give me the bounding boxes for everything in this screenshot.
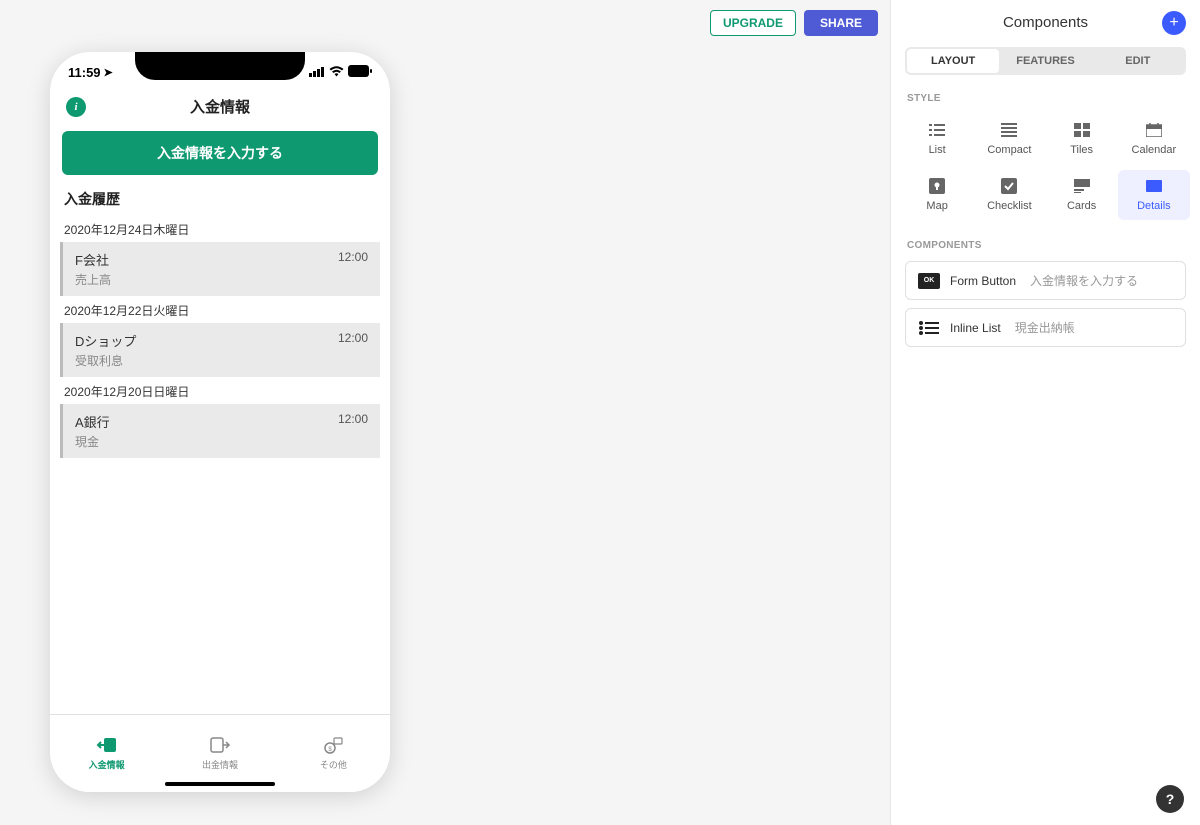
home-indicator xyxy=(165,782,275,786)
battery-icon xyxy=(348,65,372,80)
calendar-icon xyxy=(1145,122,1163,138)
item-title: F会社 xyxy=(75,250,111,269)
withdraw-icon xyxy=(209,736,231,754)
item-time: 12:00 xyxy=(338,250,368,264)
info-icon[interactable]: i xyxy=(66,97,86,117)
style-label: Map xyxy=(926,200,947,212)
location-icon: ➤ xyxy=(104,66,113,79)
date-header: 2020年12月22日火曜日 xyxy=(50,298,390,323)
style-checklist[interactable]: Checklist xyxy=(973,170,1045,220)
item-title: Dショップ xyxy=(75,331,136,350)
money-icon: $ xyxy=(322,736,344,754)
style-grid: List Compact Tiles Calendar Map Checklis… xyxy=(891,114,1200,240)
cards-icon xyxy=(1073,178,1091,194)
tab-edit[interactable]: EDIT xyxy=(1092,49,1184,73)
list-icon xyxy=(928,122,946,138)
add-component-button[interactable]: + xyxy=(1162,11,1186,35)
history-group: 2020年12月22日火曜日 Dショップ 受取利息 12:00 xyxy=(50,298,390,377)
signal-icon xyxy=(309,65,325,80)
item-subtitle: 受取利息 xyxy=(75,352,136,369)
style-label: Calendar xyxy=(1132,144,1177,156)
item-subtitle: 現金 xyxy=(75,433,110,450)
page-title: 入金情報 xyxy=(190,96,250,117)
tab-other[interactable]: $ その他 xyxy=(277,715,390,792)
style-label: List xyxy=(929,144,946,156)
item-time: 12:00 xyxy=(338,331,368,345)
help-button[interactable]: ? xyxy=(1156,785,1184,813)
style-details[interactable]: Details xyxy=(1118,170,1190,220)
tab-deposit[interactable]: 入金情報 xyxy=(50,715,163,792)
tab-withdraw[interactable]: 出金情報 xyxy=(163,715,276,792)
component-type: Inline List xyxy=(950,321,1001,335)
bottom-tab-bar: 入金情報 出金情報 $ その他 xyxy=(50,714,390,792)
tab-features[interactable]: FEATURES xyxy=(999,49,1091,73)
component-name: 現金出納帳 xyxy=(1015,319,1075,336)
history-group: 2020年12月24日木曜日 F会社 売上高 12:00 xyxy=(50,217,390,296)
style-label: Checklist xyxy=(987,200,1032,212)
upgrade-button[interactable]: UPGRADE xyxy=(710,10,796,36)
list-item[interactable]: F会社 売上高 12:00 xyxy=(60,242,380,296)
status-time: 11:59 xyxy=(68,65,101,80)
tab-label: 出金情報 xyxy=(202,758,238,771)
checklist-icon xyxy=(1000,178,1018,194)
component-type: Form Button xyxy=(950,274,1016,288)
style-calendar[interactable]: Calendar xyxy=(1118,114,1190,164)
tab-layout[interactable]: LAYOUT xyxy=(907,49,999,73)
component-inline-list[interactable]: Inline List 現金出納帳 xyxy=(905,308,1186,347)
style-label: Compact xyxy=(987,144,1031,156)
phone-notch xyxy=(135,52,305,80)
style-section-label: STYLE xyxy=(891,93,1200,114)
history-group: 2020年12月20日日曜日 A銀行 現金 12:00 xyxy=(50,379,390,458)
tiles-icon xyxy=(1073,122,1091,138)
tab-label: 入金情報 xyxy=(89,758,125,771)
map-icon xyxy=(928,178,946,194)
date-header: 2020年12月24日木曜日 xyxy=(50,217,390,242)
share-button[interactable]: SHARE xyxy=(804,10,878,36)
style-label: Tiles xyxy=(1070,144,1093,156)
compact-icon xyxy=(1000,122,1018,138)
section-heading: 入金履歴 xyxy=(50,189,390,217)
components-panel: Components + LAYOUT FEATURES EDIT STYLE … xyxy=(890,0,1200,825)
list-item[interactable]: Dショップ 受取利息 12:00 xyxy=(60,323,380,377)
panel-title: Components xyxy=(1003,14,1088,31)
phone-preview: 11:59 ➤ i 入金情報 入金情報を入力する 入金履歴 2020年12月24… xyxy=(50,52,390,792)
ok-badge-icon: OK xyxy=(918,273,940,289)
style-map[interactable]: Map xyxy=(901,170,973,220)
list-icon xyxy=(918,320,940,336)
style-list[interactable]: List xyxy=(901,114,973,164)
item-time: 12:00 xyxy=(338,412,368,426)
wifi-icon xyxy=(329,65,344,80)
style-compact[interactable]: Compact xyxy=(973,114,1045,164)
style-cards[interactable]: Cards xyxy=(1046,170,1118,220)
primary-action-button[interactable]: 入金情報を入力する xyxy=(62,131,378,175)
list-item[interactable]: A銀行 現金 12:00 xyxy=(60,404,380,458)
item-subtitle: 売上高 xyxy=(75,271,111,288)
components-section-label: COMPONENTS xyxy=(891,240,1200,261)
style-label: Details xyxy=(1137,200,1171,212)
deposit-icon xyxy=(96,736,118,754)
tab-label: その他 xyxy=(320,758,347,771)
component-form-button[interactable]: OK Form Button 入金情報を入力する xyxy=(905,261,1186,300)
style-tiles[interactable]: Tiles xyxy=(1046,114,1118,164)
item-title: A銀行 xyxy=(75,412,110,431)
details-icon xyxy=(1145,178,1163,194)
style-label: Cards xyxy=(1067,200,1096,212)
mode-tabs: LAYOUT FEATURES EDIT xyxy=(905,47,1186,75)
app-header: i 入金情報 xyxy=(50,86,390,131)
date-header: 2020年12月20日日曜日 xyxy=(50,379,390,404)
component-name: 入金情報を入力する xyxy=(1030,272,1138,289)
